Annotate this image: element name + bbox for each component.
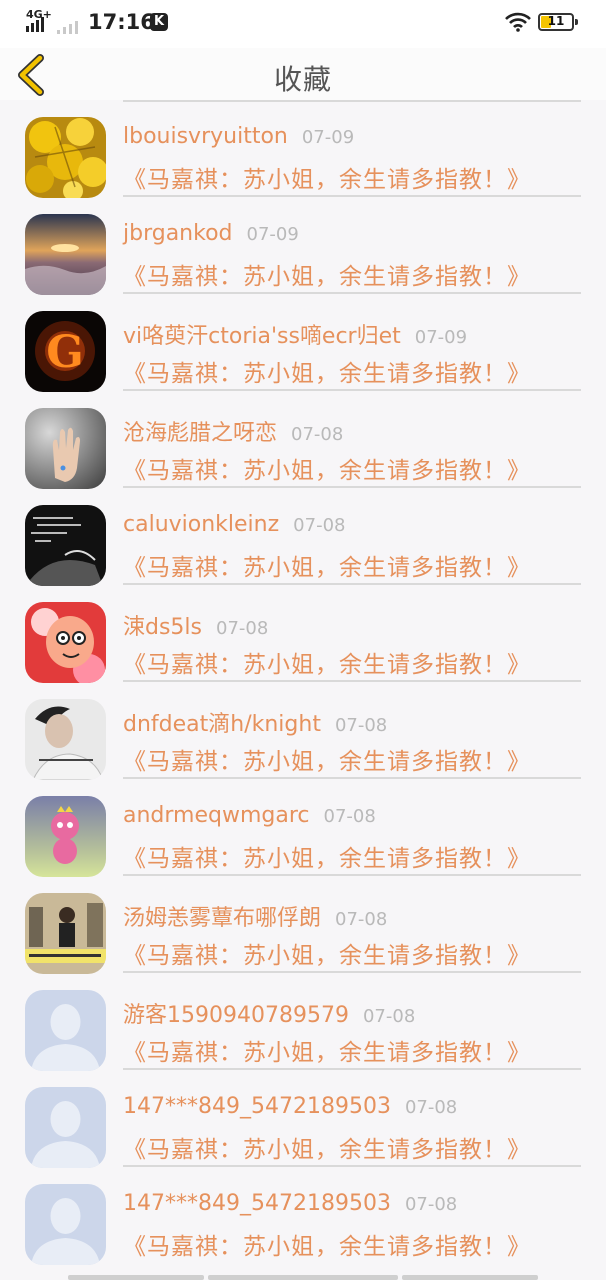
list-item[interactable]: andrmeqwmgarc 07-08 《马嘉祺：苏小姐，余生请多指教！》 [0,779,606,877]
username: 游客1590940789579 [123,1003,349,1028]
username: caluvionkleinz [123,512,280,537]
date: 07-08 [362,1006,416,1027]
street-photo-avatar [25,893,106,974]
username: dnfdeat滴h/knight [123,712,321,737]
date: 07-08 [404,1194,458,1215]
list-item[interactable]: lbouisvryuitton 07-09 《马嘉祺：苏小姐，余生请多指教！》 [0,100,606,198]
username: 汤姆恙雾蕈布哪俘朗 [123,906,322,931]
date: 07-08 [293,515,346,536]
yellow-flowers-avatar [25,117,106,198]
username: 沧海彪腊之呀恋 [123,421,278,446]
favorite-title: 《马嘉祺：苏小姐，余生请多指教！》 [123,1040,531,1066]
username: 147***849_5472189503 [123,1094,391,1119]
username: 涑ds5ls [123,615,202,640]
favorite-title: 《马嘉祺：苏小姐，余生请多指教！》 [123,361,531,387]
username: jbrgankod [123,221,233,246]
bottom-bar-peek [0,1275,606,1280]
wifi-icon [505,12,531,32]
date: 07-09 [246,224,299,245]
favorite-title: 《马嘉祺：苏小姐，余生请多指教！》 [123,555,531,581]
item-header: andrmeqwmgarc 07-08 [123,803,376,833]
secondary-signal-icon [57,20,83,34]
app-notification-icon: K [150,13,168,31]
date: 07-08 [291,424,344,445]
svg-text:G: G [46,327,84,378]
list-item[interactable]: dnfdeat滴h/knight 07-08 《马嘉祺：苏小姐，余生请多指教！》 [0,682,606,780]
date: 07-08 [404,1097,458,1118]
favorite-title: 《马嘉祺：苏小姐，余生请多指教！》 [123,749,531,775]
item-header: 汤姆恙雾蕈布哪俘朗 07-08 [123,900,388,931]
network-signal-icon: 4G+ [26,8,52,34]
favorite-title: 《马嘉祺：苏小姐，余生请多指教！》 [123,264,531,290]
boy-photo-avatar [25,699,106,780]
username: vi咯萸汗ctoria'ss嘀ecr归et [123,324,401,349]
item-header: 147***849_5472189503 07-08 [123,1191,457,1221]
page-title: 收藏 [273,63,332,96]
list-item[interactable]: G vi咯萸汗ctoria'ss嘀ecr归et 07-09 《马嘉祺：苏小姐，余生… [0,294,606,392]
username: lbouisvryuitton [123,124,288,149]
item-header: lbouisvryuitton 07-09 [123,124,354,154]
default-user-avatar [25,990,106,1071]
username: andrmeqwmgarc [123,803,310,828]
item-header: dnfdeat滴h/knight 07-08 [123,706,388,737]
favorite-title: 《马嘉祺：苏小姐，余生请多指教！》 [123,1234,531,1260]
date: 07-09 [414,327,468,348]
hand-avatar [25,408,106,489]
date: 07-08 [323,806,376,827]
sunset-beach-avatar [25,214,106,295]
cartoon-avatar [25,602,106,683]
fire-letter-g-avatar: G [25,311,106,392]
favorite-title: 《马嘉祺：苏小姐，余生请多指教！》 [123,458,531,484]
list-item[interactable]: caluvionkleinz 07-08 《马嘉祺：苏小姐，余生请多指教！》 [0,488,606,586]
dark-text-avatar [25,505,106,586]
item-header: 游客1590940789579 07-08 [123,997,416,1028]
favorite-title: 《马嘉祺：苏小姐，余生请多指教！》 [123,846,531,872]
default-user-avatar [25,1087,106,1168]
date: 07-08 [335,909,388,930]
item-header: 涑ds5ls 07-08 [123,609,269,640]
item-header: jbrgankod 07-09 [123,221,299,251]
status-bar: 4G+ 17:16 K 11 [0,0,606,48]
favorites-list: lbouisvryuitton 07-09 《马嘉祺：苏小姐，余生请多指教！》 j… [0,100,606,1265]
default-user-avatar [25,1184,106,1265]
list-item[interactable]: 汤姆恙雾蕈布哪俘朗 07-08 《马嘉祺：苏小姐，余生请多指教！》 [0,876,606,974]
item-header: vi咯萸汗ctoria'ss嘀ecr归et 07-09 [123,318,468,349]
username: 147***849_5472189503 [123,1191,391,1216]
item-header: 147***849_5472189503 07-08 [123,1094,457,1124]
favorite-title: 《马嘉祺：苏小姐，余生请多指教！》 [123,167,531,193]
battery-level: 11 [547,14,565,28]
list-item[interactable]: 147***849_5472189503 07-08 《马嘉祺：苏小姐，余生请多指… [0,1070,606,1168]
list-item[interactable]: 涑ds5ls 07-08 《马嘉祺：苏小姐，余生请多指教！》 [0,585,606,683]
list-item[interactable]: 沧海彪腊之呀恋 07-08 《马嘉祺：苏小姐，余生请多指教！》 [0,391,606,489]
favorite-title: 《马嘉祺：苏小姐，余生请多指教！》 [123,943,531,969]
date: 07-08 [334,715,388,736]
item-header: 沧海彪腊之呀恋 07-08 [123,415,344,446]
favorite-title: 《马嘉祺：苏小姐，余生请多指教！》 [123,652,531,678]
battery-icon: 11 [538,13,578,31]
date: 07-08 [216,618,269,639]
date: 07-09 [301,127,355,148]
item-header: caluvionkleinz 07-08 [123,512,345,542]
list-item[interactable]: 147***849_5472189503 07-08 《马嘉祺：苏小姐，余生请多指… [0,1167,606,1265]
pink-doll-avatar [25,796,106,877]
clock: 17:16 [88,10,155,34]
header-divider [123,100,581,102]
favorite-title: 《马嘉祺：苏小姐，余生请多指教！》 [123,1137,531,1163]
list-item[interactable]: jbrgankod 07-09 《马嘉祺：苏小姐，余生请多指教！》 [0,197,606,295]
list-item[interactable]: 游客1590940789579 07-08 《马嘉祺：苏小姐，余生请多指教！》 [0,973,606,1071]
app-header: 收藏 [0,48,606,100]
